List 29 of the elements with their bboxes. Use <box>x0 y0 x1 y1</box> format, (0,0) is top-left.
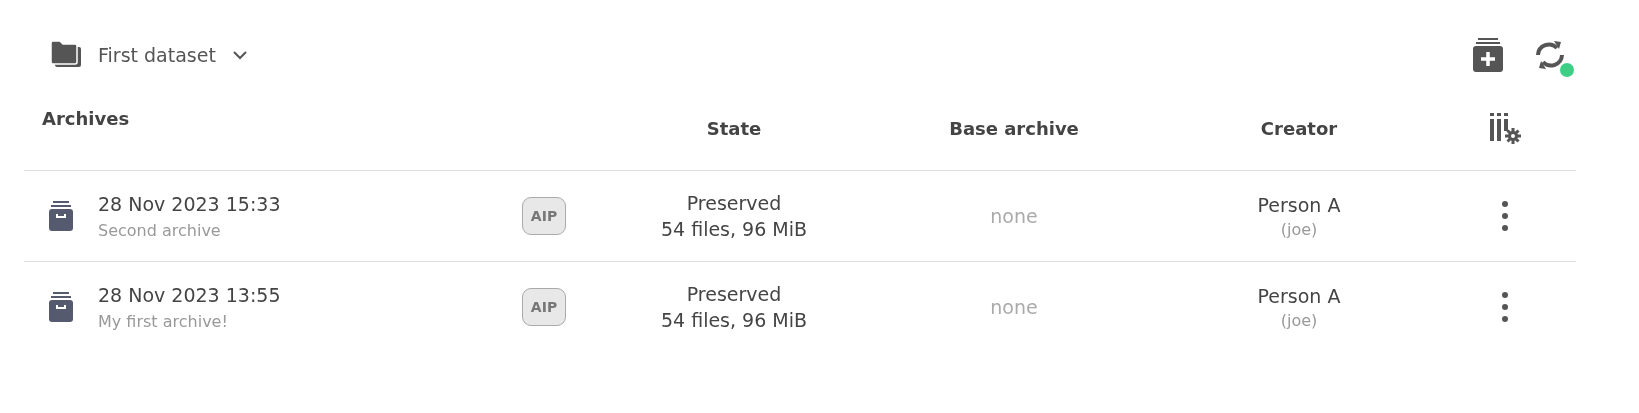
aip-tag: AIP <box>521 288 567 326</box>
archive-date[interactable]: 28 Nov 2023 13:55 <box>98 283 281 306</box>
aip-tag: AIP <box>521 197 567 235</box>
dataset-selector[interactable]: First dataset <box>50 41 248 69</box>
chevron-down-icon <box>231 50 248 60</box>
archive-description: Second archive <box>98 220 222 240</box>
column-header: Archives <box>42 107 130 129</box>
column-settings-button[interactable] <box>1489 112 1521 144</box>
creator-username: (joe) <box>1280 219 1318 239</box>
creator-name: Person A <box>1257 193 1341 216</box>
column-header: Base archive <box>949 117 1079 139</box>
size-text: 54 files, 96 MiB <box>660 218 808 240</box>
state-text: Preserved <box>686 192 782 214</box>
archive-box-icon <box>48 291 74 323</box>
more-options-button[interactable] <box>1501 291 1509 323</box>
base-archive-text: none <box>990 296 1038 318</box>
column-header: Creator <box>1260 117 1338 139</box>
archive-date[interactable]: 28 Nov 2023 15:33 <box>98 192 281 215</box>
add-archive-button[interactable] <box>1472 37 1504 73</box>
archive-box-icon <box>48 200 74 232</box>
creator-username: (joe) <box>1280 310 1318 330</box>
more-options-button[interactable] <box>1501 200 1509 232</box>
archive-description: My first archive! <box>98 311 229 331</box>
column-header: State <box>706 117 762 139</box>
size-text: 54 files, 96 MiB <box>660 309 808 331</box>
state-text: Preserved <box>686 283 782 305</box>
folders-icon <box>50 41 82 69</box>
creator-name: Person A <box>1257 284 1341 307</box>
base-archive-text: none <box>990 205 1038 227</box>
